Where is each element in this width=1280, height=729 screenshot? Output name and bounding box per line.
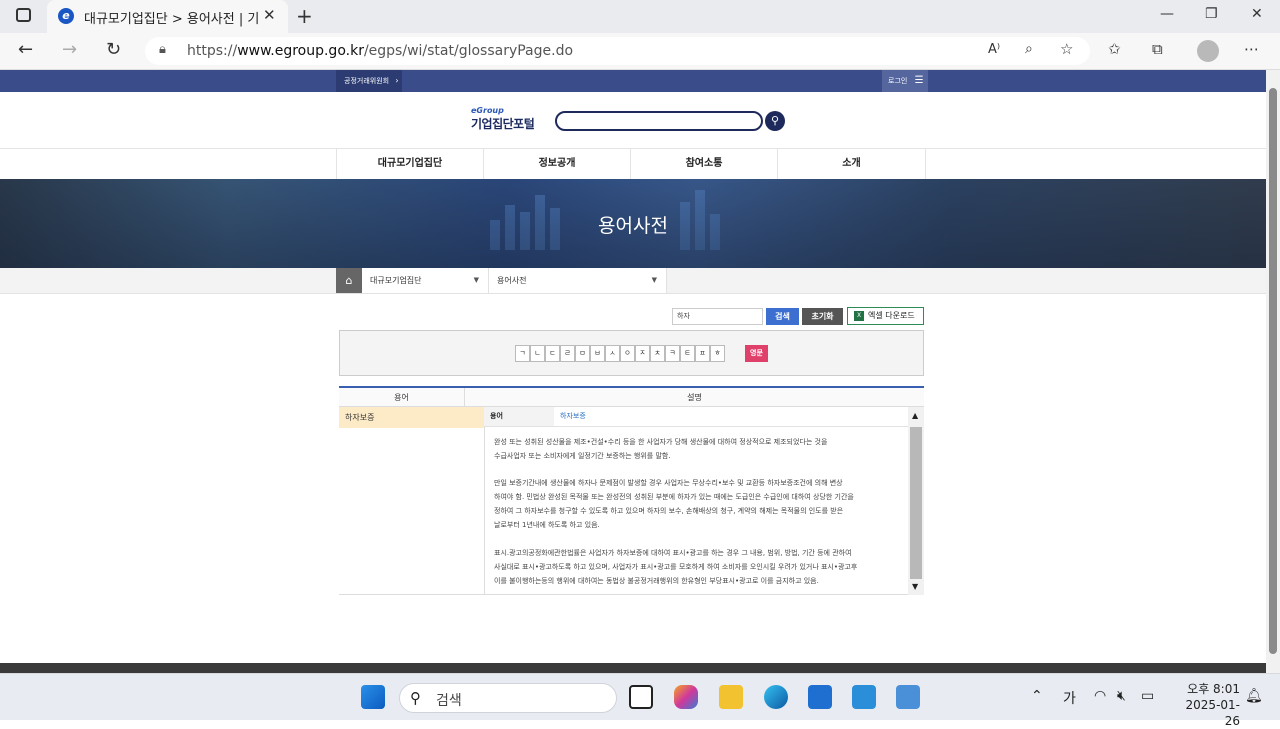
site-top-bar: 공정거래위원회 › 로그인 ☰ (0, 70, 1266, 92)
task-view-icon[interactable] (629, 685, 653, 709)
ime-indicator[interactable]: 가 (1063, 688, 1076, 708)
reset-button[interactable]: 초기화 (802, 308, 843, 325)
english-filter-button[interactable]: 영문 (745, 345, 768, 362)
address-toolbar: ← → ↻ 🔒︎ https://www.egroup.go.kr/egps/w… (0, 33, 1280, 70)
add-favorite-icon[interactable]: ☆ (1060, 40, 1073, 58)
url-text: https://www.egroup.go.kr/egps/wi/stat/gl… (187, 43, 574, 59)
notepad-icon[interactable] (896, 685, 920, 709)
more-menu-icon[interactable]: ⋯ (1244, 40, 1259, 58)
close-tab-icon[interactable]: ✕ (263, 6, 276, 24)
search-icon: ⚲ (410, 689, 421, 707)
window-close-icon[interactable]: ✕ (1251, 6, 1263, 22)
forward-icon[interactable]: → (62, 39, 77, 60)
excel-download-button[interactable]: X 엑셀 다운로드 (847, 307, 924, 325)
site-footer (0, 663, 1266, 673)
consonant-button[interactable]: ㄴ (530, 345, 545, 362)
lock-icon: 🔒︎ (159, 42, 166, 57)
windows-taskbar: ⚲ 검색 ⌃ 가 ◠ 🔇︎ ▭ 오후 8:01 2025-01-26 🔔︎ (0, 673, 1280, 728)
copilot-icon[interactable] (674, 685, 698, 709)
chevron-down-icon: ▼ (651, 276, 657, 284)
favorites-icon[interactable]: ✩ (1108, 40, 1121, 58)
browser-tab-bar: e 대규모기업집단 > 용어사전 | 기업 ✕ + — ❐ ✕ (0, 0, 1280, 33)
tab-title: 대규모기업집단 > 용어사전 | 기업 (84, 12, 259, 27)
consonant-button[interactable]: ㅎ (710, 345, 725, 362)
file-explorer-icon[interactable] (719, 685, 743, 709)
menu-icon[interactable]: ☰ (915, 75, 924, 86)
scroll-up-icon[interactable]: ▲ (912, 411, 918, 420)
clock[interactable]: 오후 8:01 2025-01-26 (1176, 681, 1240, 729)
collections-icon[interactable]: ⧉ (1152, 40, 1163, 58)
consonant-button[interactable]: ㅋ (665, 345, 680, 362)
description-paragraph: 표시.광고의공정화에관한법률은 사업자가 하자보증에 대하여 표시•광고를 하는… (494, 549, 858, 585)
excel-icon: X (854, 311, 864, 321)
volume-icon[interactable]: 🔇︎ (1117, 688, 1126, 704)
store-icon[interactable] (808, 685, 832, 709)
back-icon[interactable]: ← (18, 39, 33, 60)
minimize-icon[interactable]: — (1160, 6, 1174, 22)
consonant-button[interactable]: ㅍ (695, 345, 710, 362)
wifi-icon[interactable]: ◠ (1094, 688, 1106, 704)
nav-item-about[interactable]: 소개 (777, 149, 926, 180)
restore-icon[interactable]: ❐ (1205, 6, 1218, 22)
nav-item-participation[interactable]: 참여소통 (630, 149, 777, 180)
glossary-table-header: 용어 설명 (339, 386, 924, 407)
refresh-icon[interactable]: ↻ (106, 39, 121, 60)
tray-overflow-icon[interactable]: ⌃ (1031, 688, 1043, 704)
term-list (339, 428, 484, 595)
site-search-button[interactable]: ⚲ (765, 111, 785, 131)
ftc-link[interactable]: 공정거래위원회 › (336, 70, 402, 92)
scroll-down-icon[interactable]: ▼ (912, 582, 918, 591)
address-bar[interactable]: 🔒︎ https://www.egroup.go.kr/egps/wi/stat… (145, 37, 1090, 65)
browser-tab[interactable]: e 대규모기업집단 > 용어사전 | 기업 ✕ (47, 0, 288, 33)
consonant-button[interactable]: ㅊ (650, 345, 665, 362)
consonant-button[interactable]: ㅂ (590, 345, 605, 362)
column-header-term: 용어 (394, 393, 409, 402)
page-scrollbar[interactable] (1266, 70, 1280, 673)
breadcrumb-level1[interactable]: 대규모기업집단 ▼ (362, 268, 489, 293)
chevron-down-icon: ▼ (473, 276, 479, 284)
read-aloud-icon[interactable]: A⁾ (988, 42, 1000, 57)
breadcrumb-level2[interactable]: 용어사전 ▼ (489, 268, 667, 293)
consonant-button[interactable]: ㄱ (515, 345, 530, 362)
logo-title: 기업집단포털 (471, 117, 535, 131)
description-paragraph: 만일 보증기간내에 생산물에 하자나 문제점이 발생할 경우 사업자는 무상수리… (494, 479, 854, 529)
battery-icon[interactable]: ▭ (1141, 688, 1154, 704)
consonant-button[interactable]: ㄹ (560, 345, 575, 362)
column-header-description: 설명 (464, 388, 924, 407)
banner-title: 용어사전 (598, 215, 668, 237)
profile-avatar[interactable] (1197, 40, 1219, 62)
glossary-search-input[interactable]: 하자 (672, 308, 763, 325)
main-navigation: 대규모기업집단 정보공개 참여소통 소개 (0, 148, 1266, 180)
search-icon: ⚲ (770, 114, 780, 127)
new-tab-icon[interactable]: + (296, 4, 313, 28)
consonant-button[interactable]: ㅁ (575, 345, 590, 362)
home-icon[interactable]: ⌂ (336, 268, 362, 293)
vscode-icon[interactable] (852, 685, 876, 709)
description-paragraph: 완성 또는 성취된 성산물을 제조•건설•수리 등을 한 사업자가 당해 생산물… (494, 438, 828, 460)
search-button[interactable]: 검색 (766, 308, 799, 325)
notification-icon[interactable]: 🔔︎ (1245, 688, 1263, 704)
start-icon[interactable] (361, 685, 385, 709)
logo-small-text: eGroup (471, 106, 504, 115)
zoom-icon[interactable]: ⌕ (1025, 41, 1033, 57)
description-scrollbar[interactable]: ▲ ▼ (908, 407, 924, 595)
consonant-button[interactable]: ㅈ (635, 345, 650, 362)
page-banner: 용어사전 (0, 179, 1266, 268)
consonant-button[interactable]: ㄷ (545, 345, 560, 362)
site-search-input[interactable] (555, 111, 763, 131)
tab-actions-icon[interactable] (16, 8, 31, 22)
consonant-button[interactable]: ㅇ (620, 345, 635, 362)
login-link[interactable]: 로그인 ☰ (882, 70, 928, 92)
term-list-item-selected[interactable]: 하자보증 (339, 407, 484, 428)
taskbar-search[interactable]: ⚲ 검색 (399, 683, 617, 713)
consonant-button[interactable]: ㅅ (605, 345, 620, 362)
detail-term-label: 용어 (484, 407, 554, 427)
site-logo[interactable]: eGroup 기업집단포털 (471, 106, 535, 132)
nav-item-groups[interactable]: 대규모기업집단 (336, 149, 483, 180)
consonant-button[interactable]: ㅌ (680, 345, 695, 362)
site-favicon-icon: e (58, 8, 74, 24)
detail-term-value: 하자보증 (554, 407, 908, 427)
nav-item-disclosure[interactable]: 정보공개 (483, 149, 630, 180)
edge-icon[interactable] (764, 685, 788, 709)
